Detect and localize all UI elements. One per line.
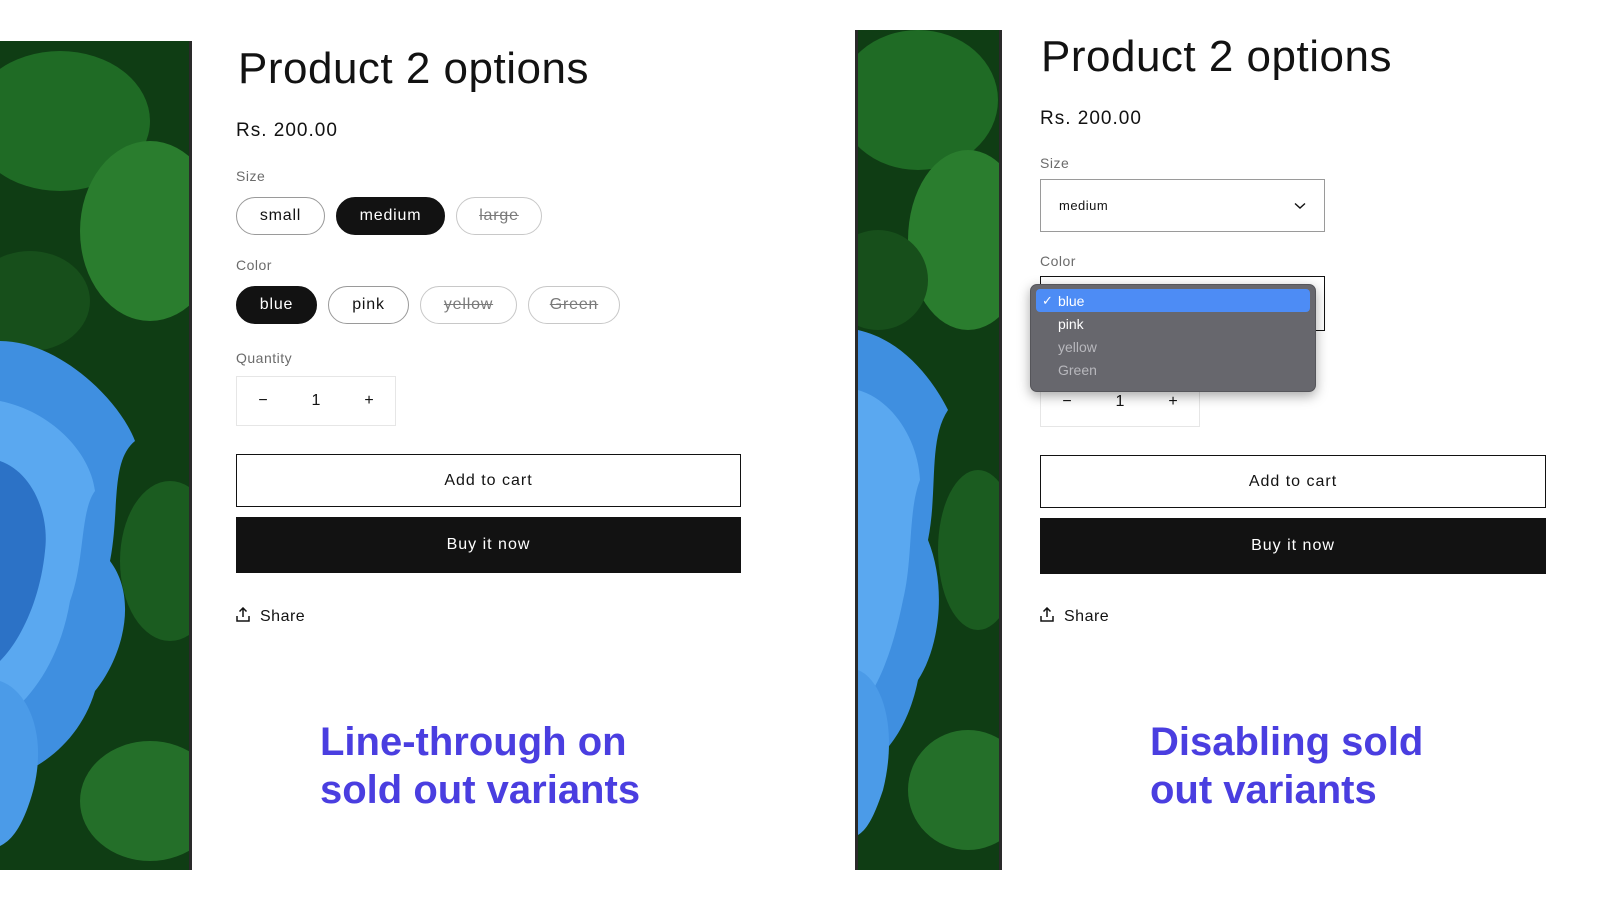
quantity-label: Quantity bbox=[236, 350, 293, 366]
color-option-label: pink bbox=[352, 296, 385, 313]
caption-right: Disabling sold out variants bbox=[1150, 718, 1423, 814]
color-dropdown-option-green: Green bbox=[1036, 358, 1310, 381]
quantity-stepper[interactable]: − 1 + bbox=[236, 376, 396, 426]
quantity-increase-button[interactable]: + bbox=[343, 392, 395, 410]
color-dropdown-option-label: pink bbox=[1058, 315, 1084, 332]
add-to-cart-button[interactable]: Add to cart bbox=[236, 454, 741, 507]
share-label: Share bbox=[1064, 608, 1110, 625]
check-icon: ✓ bbox=[1042, 292, 1053, 308]
color-dropdown-option-label: blue bbox=[1058, 292, 1085, 309]
color-option-yellow[interactable]: yellow bbox=[420, 286, 517, 324]
share-label: Share bbox=[260, 608, 306, 625]
color-option-pink[interactable]: pink bbox=[328, 286, 409, 324]
size-option-small[interactable]: small bbox=[236, 197, 325, 235]
color-dropdown-option-pink[interactable]: pink bbox=[1036, 312, 1310, 335]
color-label: Color bbox=[236, 257, 272, 273]
caption-line: Line-through on bbox=[320, 720, 627, 764]
color-option-label: yellow bbox=[443, 296, 494, 313]
color-option-label: blue bbox=[259, 296, 294, 313]
color-label: Color bbox=[1040, 253, 1076, 269]
color-option-label: Green bbox=[549, 296, 599, 313]
color-option-green[interactable]: Green bbox=[528, 286, 620, 324]
share-icon bbox=[1040, 606, 1054, 627]
size-label: Size bbox=[1040, 155, 1070, 171]
buy-now-button[interactable]: Buy it now bbox=[236, 517, 741, 573]
size-option-label: small bbox=[259, 207, 302, 224]
color-dropdown-option-label: yellow bbox=[1058, 338, 1097, 355]
quantity-value[interactable]: 1 bbox=[290, 392, 342, 410]
color-dropdown-option-yellow: yellow bbox=[1036, 335, 1310, 358]
size-select-value: medium bbox=[1059, 198, 1109, 213]
color-dropdown-option-label: Green bbox=[1058, 361, 1097, 378]
product-price: Rs. 200.00 bbox=[1040, 108, 1142, 129]
product-title: Product 2 options bbox=[238, 44, 589, 93]
product-image-left bbox=[0, 41, 192, 870]
size-option-label: medium bbox=[359, 207, 422, 224]
caption-left: Line-through on sold out variants bbox=[320, 718, 640, 814]
share-icon bbox=[236, 606, 250, 627]
size-label: Size bbox=[236, 168, 266, 184]
add-to-cart-button[interactable]: Add to cart bbox=[1040, 455, 1546, 508]
quantity-value[interactable]: 1 bbox=[1094, 393, 1146, 411]
size-option-medium[interactable]: medium bbox=[336, 197, 445, 235]
product-image-right bbox=[855, 30, 1002, 870]
color-dropdown-menu: ✓ blue pink yellow Green bbox=[1030, 284, 1316, 392]
caption-line: out variants bbox=[1150, 768, 1377, 812]
color-dropdown-option-blue[interactable]: ✓ blue bbox=[1036, 289, 1310, 312]
product-price: Rs. 200.00 bbox=[236, 120, 338, 141]
product-title: Product 2 options bbox=[1041, 32, 1392, 81]
buy-now-button[interactable]: Buy it now bbox=[1040, 518, 1546, 574]
caption-line: Disabling sold bbox=[1150, 720, 1424, 764]
quantity-decrease-button[interactable]: − bbox=[1041, 393, 1093, 411]
chevron-down-icon bbox=[1294, 198, 1306, 213]
quantity-increase-button[interactable]: + bbox=[1147, 393, 1199, 411]
quantity-decrease-button[interactable]: − bbox=[237, 392, 289, 410]
size-option-label: large bbox=[479, 207, 519, 224]
color-option-blue[interactable]: blue bbox=[236, 286, 317, 324]
share-button[interactable]: Share bbox=[236, 606, 306, 627]
size-option-large[interactable]: large bbox=[456, 197, 542, 235]
size-select[interactable]: medium bbox=[1040, 179, 1325, 232]
share-button[interactable]: Share bbox=[1040, 606, 1110, 627]
caption-line: sold out variants bbox=[320, 768, 641, 812]
